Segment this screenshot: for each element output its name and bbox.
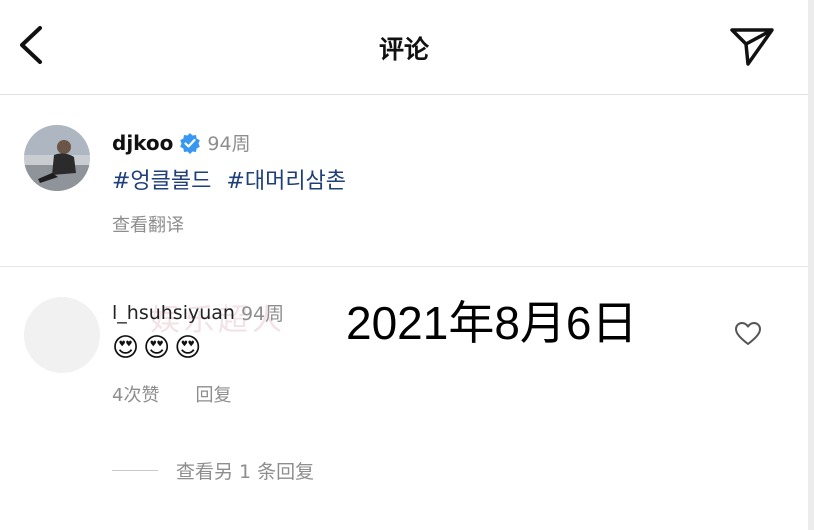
heart-eyes-emoji: 😍 <box>174 333 202 363</box>
verified-badge-icon <box>180 132 201 154</box>
post-hashtags: #엉클볼드 #대머리삼촌 <box>112 163 354 195</box>
post-caption: djkoo 94周 #엉클볼드 #대머리삼촌 查看翻译 <box>0 95 808 267</box>
reply-button[interactable]: 回复 <box>195 381 231 407</box>
hashtag-link[interactable]: #엉클볼드 <box>112 169 211 194</box>
divider-line <box>112 470 158 471</box>
heart-eyes-emoji: 😍 <box>143 333 171 363</box>
avatar[interactable] <box>24 125 90 191</box>
comment-time: 94周 <box>240 303 285 325</box>
hashtag-link[interactable]: #대머리삼촌 <box>226 169 346 194</box>
view-replies-toggle[interactable]: 查看另 1 条回复 <box>112 457 314 484</box>
comment-item: 娱乐超人 l_hsuhsiyuan 94周 2021年8月6日 😍 😍 😍 4次… <box>0 267 808 530</box>
comment-text: 😍 😍 😍 <box>112 333 201 363</box>
page-title: 评论 <box>378 35 429 64</box>
comment-username[interactable]: l_hsuhsiyuan <box>112 302 235 324</box>
view-replies-label: 查看另 1 条回复 <box>176 461 315 483</box>
heart-icon <box>735 322 761 345</box>
heart-eyes-emoji: 😍 <box>112 333 140 363</box>
header-bar: 评论 <box>0 0 808 95</box>
post-username[interactable]: djkoo <box>112 131 173 155</box>
avatar-image <box>24 125 90 191</box>
date-overlay: 2021年8月6日 <box>346 297 638 349</box>
see-translation-link[interactable]: 查看翻译 <box>112 211 184 237</box>
scrollbar-strip <box>808 0 814 530</box>
post-time: 94周 <box>207 133 251 155</box>
send-icon <box>730 28 774 66</box>
like-button[interactable] <box>734 321 762 347</box>
share-button[interactable] <box>726 22 778 70</box>
likes-count[interactable]: 4次赞 <box>112 381 159 407</box>
comment-avatar[interactable] <box>24 297 100 373</box>
